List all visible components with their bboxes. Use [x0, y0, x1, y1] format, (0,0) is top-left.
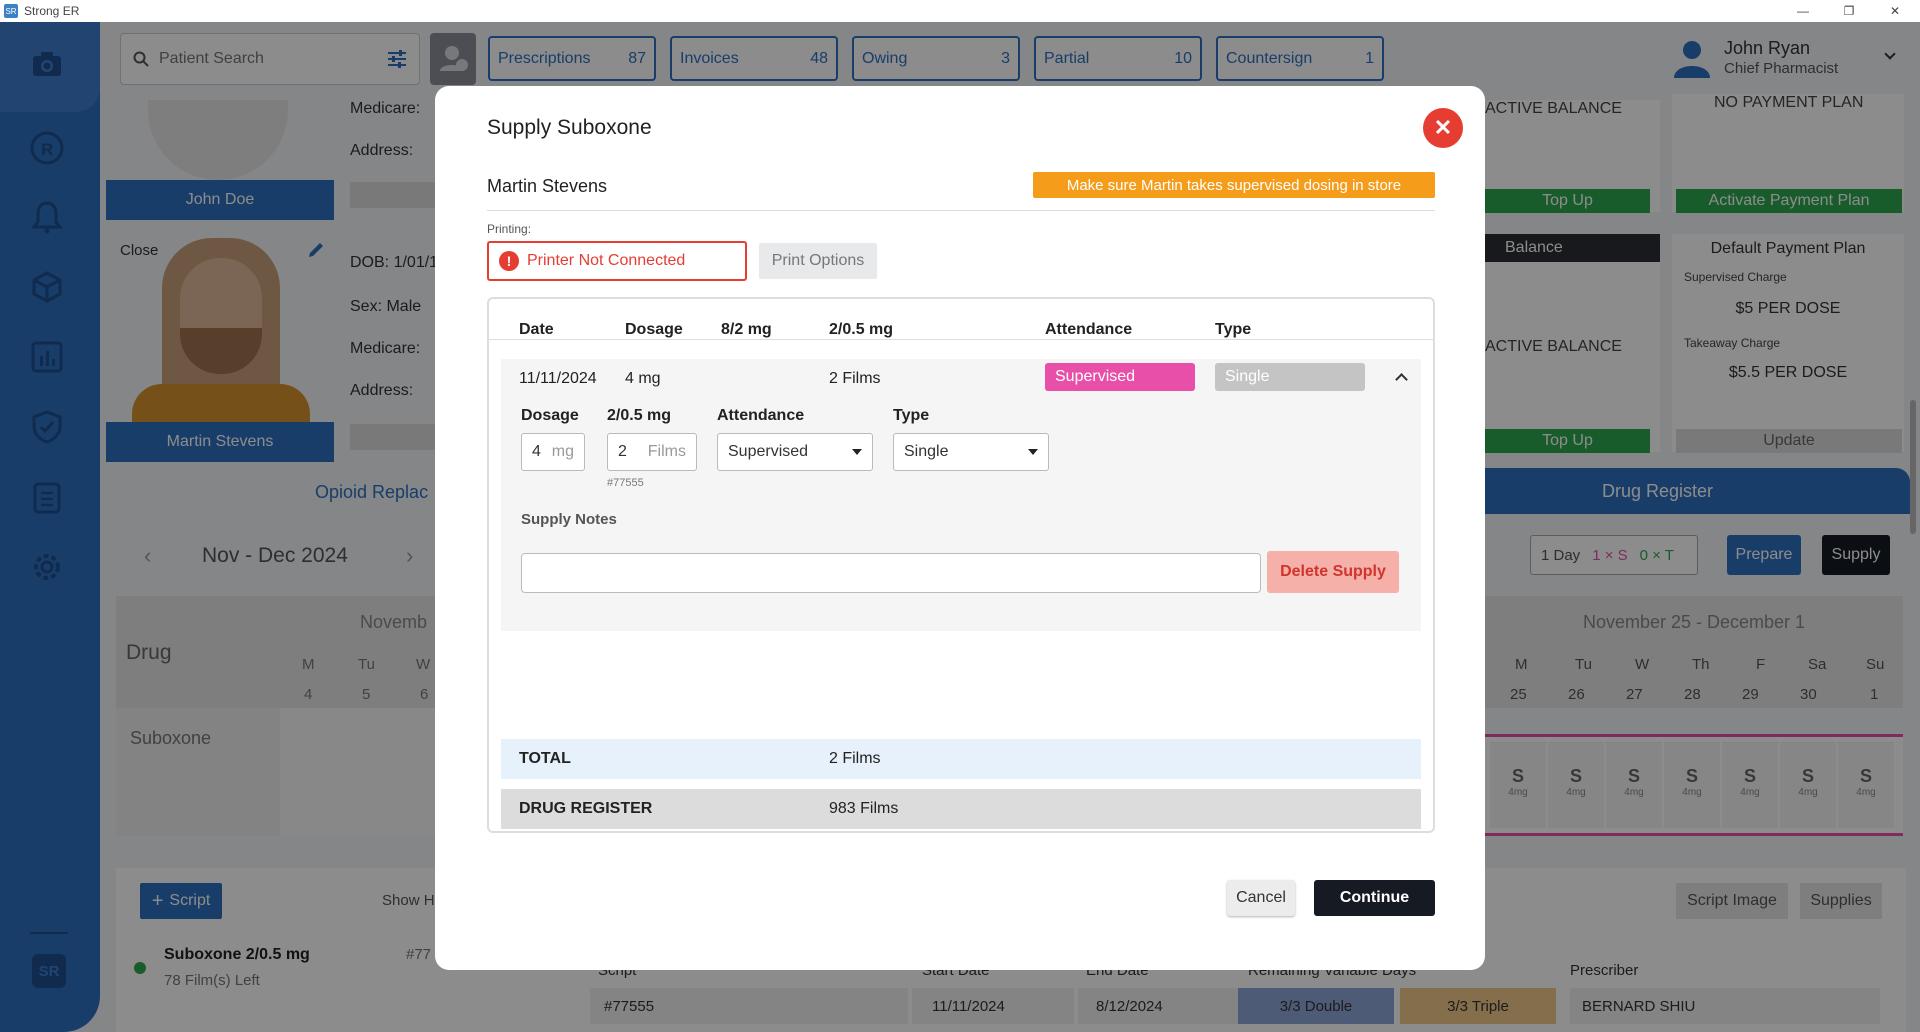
dosage-label: Dosage [521, 407, 579, 424]
attendance-value: Supervised [728, 443, 809, 460]
supply-notes-input[interactable] [521, 553, 1261, 593]
th-attendance: Attendance [1045, 321, 1133, 338]
cancel-button[interactable]: Cancel [1227, 880, 1295, 916]
divider [487, 210, 1435, 211]
printing-label: Printing: [487, 222, 532, 236]
chevron-up-icon[interactable] [1395, 373, 1408, 386]
films-unit: Films [647, 443, 686, 460]
th-type: Type [1215, 321, 1252, 338]
th-8-2mg: 8/2 mg [721, 321, 772, 338]
table-row[interactable]: 11/11/2024 4 mg 2 Films Supervised Singl… [501, 359, 1421, 399]
app-title: Strong ER [24, 4, 80, 18]
modal-title: Supply Suboxone [487, 116, 652, 139]
close-modal-button[interactable]: ✕ [1423, 108, 1463, 148]
row-dosage: 4 mg [625, 370, 661, 387]
total-row: TOTAL 2 Films [501, 739, 1421, 779]
supervised-warning-badge: Make sure Martin takes supervised dosing… [1033, 172, 1435, 198]
dosage-input[interactable]: 4 mg [521, 433, 585, 471]
type-label: Type [893, 407, 930, 424]
supply-notes-label: Supply Notes [521, 511, 617, 528]
row-2-05mg: 2 Films [829, 370, 881, 387]
script-ref: #77555 [607, 477, 644, 489]
attendance-label: Attendance [717, 407, 805, 424]
printer-status-text: Printer Not Connected [527, 252, 686, 269]
alert-icon: ! [499, 251, 519, 271]
total-value: 2 Films [829, 750, 881, 767]
print-options-button[interactable]: Print Options [759, 243, 877, 279]
minimize-button[interactable]: — [1780, 0, 1826, 22]
attendance-badge: Supervised [1045, 363, 1195, 391]
printer-status[interactable]: ! Printer Not Connected [487, 241, 747, 281]
delete-supply-button[interactable]: Delete Supply [1267, 551, 1399, 593]
drug-register-row: DRUG REGISTER 983 Films [501, 789, 1421, 829]
close-icon: ✕ [1433, 115, 1453, 140]
type-badge: Single [1215, 363, 1365, 391]
modal-patient-name: Martin Stevens [487, 176, 608, 196]
attendance-select[interactable]: Supervised [717, 433, 873, 471]
register-value: 983 Films [829, 800, 899, 817]
continue-button[interactable]: Continue [1314, 880, 1435, 916]
th-date: Date [519, 321, 554, 338]
maximize-button[interactable]: ❐ [1826, 0, 1872, 22]
row-date: 11/11/2024 [519, 370, 597, 387]
th-2-05mg: 2/0.5 mg [829, 321, 894, 338]
films-input[interactable]: 2 Films [607, 433, 697, 471]
caret-down-icon [1028, 449, 1038, 455]
supply-table: Date Dosage 8/2 mg 2/0.5 mg Attendance T… [487, 297, 1435, 833]
films-label: 2/0.5 mg [607, 407, 672, 424]
app-icon: SR [4, 4, 18, 18]
supply-detail: Dosage 4 mg 2/0.5 mg 2 Films #77555 Attend… [501, 399, 1421, 631]
dosage-unit: mg [551, 443, 574, 460]
dosage-value: 4 [532, 443, 541, 460]
total-label: TOTAL [519, 750, 571, 767]
header-divider [489, 339, 1433, 340]
window-close-button[interactable]: ✕ [1872, 0, 1918, 22]
supply-modal: Supply Suboxone ✕ Martin Stevens Make su… [435, 86, 1485, 970]
type-value: Single [904, 443, 949, 460]
films-value: 2 [618, 443, 627, 460]
caret-down-icon [852, 449, 862, 455]
register-label: DRUG REGISTER [519, 800, 653, 817]
title-bar: SR Strong ER [0, 0, 1920, 22]
th-dosage: Dosage [625, 321, 683, 338]
type-select[interactable]: Single [893, 433, 1049, 471]
